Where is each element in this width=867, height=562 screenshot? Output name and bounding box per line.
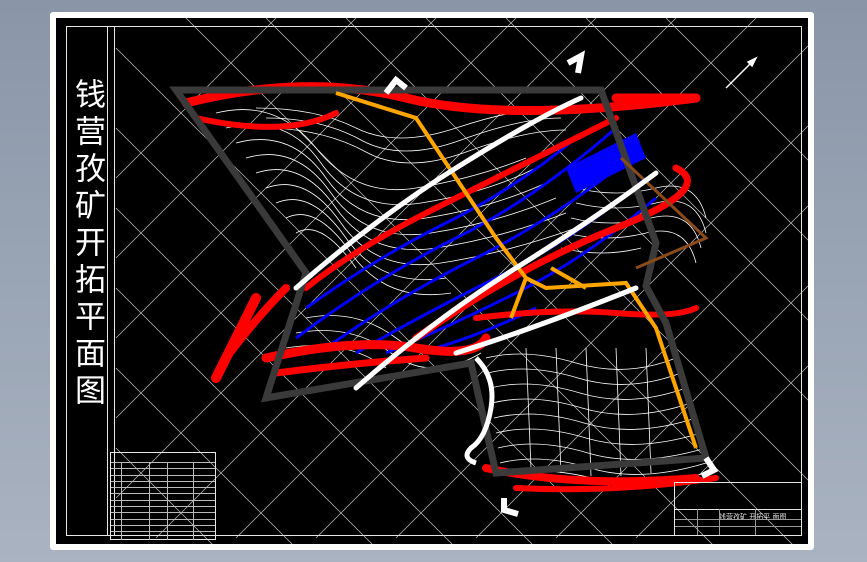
- legend-table: [110, 452, 216, 540]
- north-arrow-icon: [725, 56, 758, 89]
- legend-grid: [111, 462, 215, 540]
- title-block-header: [675, 483, 801, 510]
- title-block-rows: [675, 509, 801, 535]
- title-block: 钱营孜矿 开拓平 面图: [674, 482, 802, 536]
- cad-viewport[interactable]: 钱营孜矿开拓平面图 钱营孜矿 开拓平 面图: [50, 12, 814, 550]
- drawing-sheet[interactable]: 钱营孜矿开拓平面图 钱营孜矿 开拓平 面图: [56, 18, 808, 544]
